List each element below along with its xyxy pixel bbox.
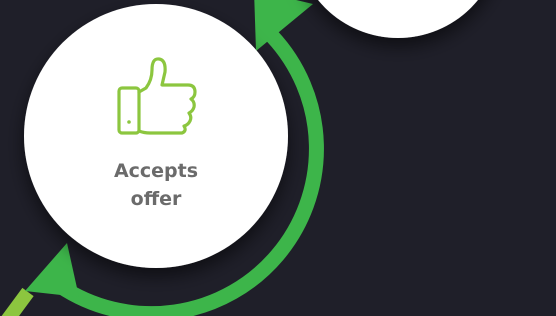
diagram-graphics (1, 0, 478, 316)
flow-arrowhead-into-step (25, 243, 79, 297)
incoming-arrow-shaft (1, 287, 34, 316)
flow-diagram: Accepts offer (0, 0, 556, 316)
step-node-accepts-offer (24, 4, 288, 268)
step-label: Accepts offer (113, 160, 199, 210)
next-step-node (318, 0, 478, 38)
